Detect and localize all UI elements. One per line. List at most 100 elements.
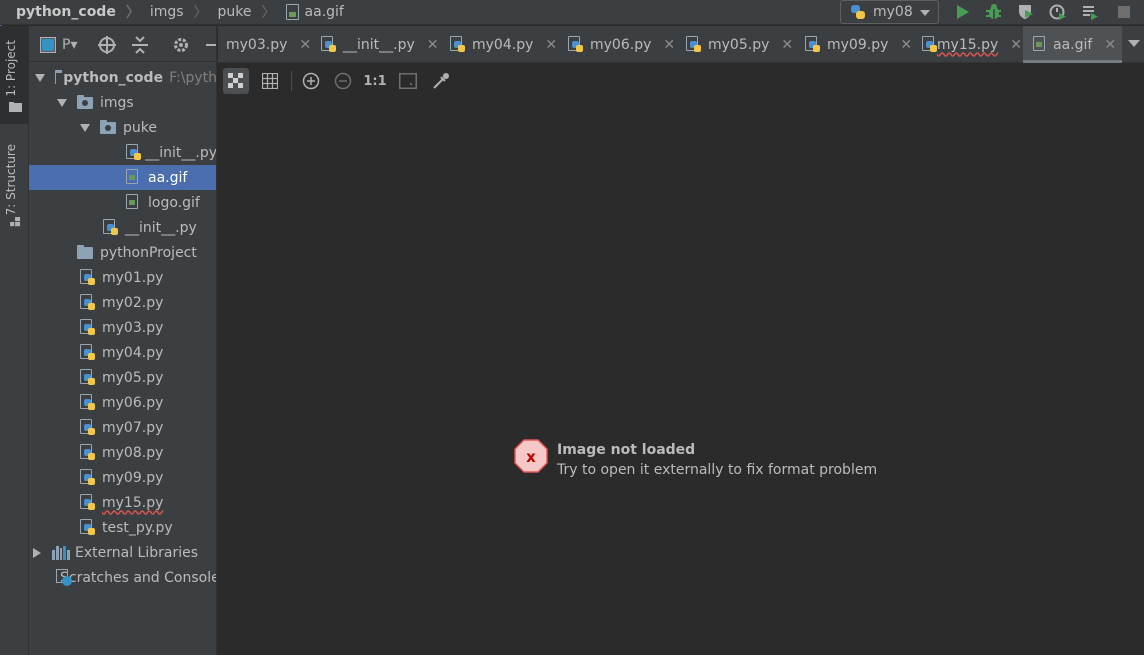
close-icon[interactable]: ✕ — [427, 37, 439, 53]
tab-aa-gif[interactable]: aa.gif ✕ — [1023, 26, 1122, 63]
tab-label: __init__.py — [343, 36, 415, 53]
tab-my09[interactable]: my09.py ✕ — [799, 26, 915, 63]
editor-tab-bar: my03.py ✕ __init__.py ✕ my04.py ✕ my06.p… — [218, 26, 1144, 63]
tree-item-my02-py[interactable]: my02.py — [29, 290, 216, 315]
tree-item-label: puke — [123, 119, 157, 136]
tree-item-label: logo.gif — [148, 194, 200, 211]
fit-zoom-button[interactable] — [395, 68, 421, 94]
tree-item-label: imgs — [100, 94, 134, 111]
run-button[interactable] — [953, 3, 973, 21]
toggle-grid-button[interactable] — [257, 68, 283, 94]
breadcrumb-root[interactable]: python_code 〉 — [0, 0, 140, 25]
gif-file-icon — [126, 169, 140, 186]
fit-to-window-icon — [399, 73, 417, 89]
run-configuration-select[interactable]: my08 — [840, 0, 939, 24]
color-picker-button[interactable] — [428, 68, 454, 94]
project-tool-tab[interactable]: 1: Project — [0, 26, 29, 124]
python-file-icon — [686, 36, 702, 53]
tab-my03[interactable]: my03.py ✕ — [218, 26, 315, 63]
tree-item-logo-gif[interactable]: logo.gif — [29, 190, 216, 215]
build-button[interactable] — [1080, 3, 1100, 21]
zoom-in-button[interactable] — [298, 68, 324, 94]
python-file-icon — [805, 36, 821, 53]
folder-icon — [9, 102, 22, 112]
tab-init[interactable]: __init__.py ✕ — [315, 26, 442, 63]
close-icon[interactable]: ✕ — [1010, 37, 1022, 53]
tree-item-init-py[interactable]: __init__.py — [29, 140, 217, 165]
debug-button[interactable] — [984, 3, 1004, 21]
tree-item-external-libraries[interactable]: External Libraries — [29, 540, 216, 565]
chevron-down-icon[interactable] — [80, 123, 90, 132]
tree-item-test-py-py[interactable]: test_py.py — [29, 515, 216, 540]
tree-item-puke[interactable]: puke — [29, 115, 216, 140]
tree-item-label: my01.py — [102, 269, 164, 286]
stop-icon — [1118, 6, 1130, 18]
python-file-icon — [321, 36, 337, 53]
breadcrumb-file[interactable]: aa.gif — [276, 0, 344, 25]
close-icon[interactable]: ✕ — [1104, 37, 1116, 53]
tree-item-my01-py[interactable]: my01.py — [29, 265, 216, 290]
crosshair-icon — [98, 36, 116, 54]
tab-my05[interactable]: my05.py ✕ — [680, 26, 797, 63]
close-icon[interactable]: ✕ — [781, 37, 793, 53]
tab-label: my15.py — [936, 36, 999, 53]
tree-item-my08-py[interactable]: my08.py — [29, 440, 216, 465]
chevron-down-icon[interactable] — [1128, 40, 1140, 47]
tree-item-pythonproject[interactable]: pythonProject — [29, 240, 216, 265]
locate-file-button[interactable] — [98, 36, 116, 54]
tree-item-label: my04.py — [102, 344, 164, 361]
breadcrumb-imgs-label: imgs — [149, 4, 184, 20]
tree-item-label: my08.py — [102, 444, 164, 461]
tree-item-label: __init__.py — [145, 144, 217, 161]
tree-item-my04-py[interactable]: my04.py — [29, 340, 216, 365]
project-view-selector[interactable]: P▾ — [40, 36, 77, 54]
close-icon[interactable]: ✕ — [900, 37, 912, 53]
run-with-coverage-button[interactable] — [1016, 3, 1036, 21]
chevron-down-icon[interactable] — [35, 73, 45, 82]
close-icon[interactable]: ✕ — [299, 37, 311, 53]
error-title: Image not loaded — [557, 442, 696, 458]
tree-item-label: Scratches and Consoles — [60, 569, 217, 586]
chevron-down-icon[interactable] — [57, 98, 67, 107]
tree-item-my06-py[interactable]: my06.py — [29, 390, 216, 415]
tree-item-aa-gif[interactable]: aa.gif — [29, 165, 216, 190]
stop-button[interactable] — [1114, 3, 1134, 21]
close-icon[interactable]: ✕ — [663, 37, 675, 53]
tree-item-my07-py[interactable]: my07.py — [29, 415, 216, 440]
tree-item-my09-py[interactable]: my09.py — [29, 465, 216, 490]
settings-button[interactable] — [172, 36, 190, 54]
tab-my15[interactable]: my15.py ✕ — [916, 26, 1022, 63]
library-icon — [52, 545, 70, 560]
close-icon[interactable]: ✕ — [545, 37, 557, 53]
collapse-all-button[interactable] — [132, 36, 148, 54]
tree-item-imgs[interactable]: imgs — [29, 90, 216, 115]
build-icon — [1083, 6, 1098, 20]
panel-layout-icon — [40, 37, 56, 53]
breadcrumb-separator-icon: 〉 — [193, 5, 208, 21]
tree-item-my05-py[interactable]: my05.py — [29, 365, 216, 390]
tree-item-label: aa.gif — [148, 169, 188, 186]
python-file-icon — [80, 269, 96, 286]
actual-size-button[interactable]: 1:1 — [362, 68, 388, 94]
tree-item-my03-py[interactable]: my03.py — [29, 315, 216, 340]
profile-button[interactable] — [1048, 3, 1068, 21]
tree-item-python-code[interactable]: python_code F:\pyth — [29, 65, 216, 90]
python-file-icon — [80, 419, 96, 436]
minimize-icon — [206, 44, 216, 46]
hide-panel-button[interactable] — [206, 36, 216, 54]
tab-my04[interactable]: my04.py ✕ — [444, 26, 560, 63]
tab-my06[interactable]: my06.py ✕ — [562, 26, 678, 63]
structure-tool-tab[interactable]: 7: Structure — [0, 140, 29, 235]
toggle-chessboard-button[interactable] — [223, 68, 249, 94]
tree-item-scratches-and-consoles[interactable]: Scratches and Consoles — [29, 565, 217, 590]
python-icon — [851, 5, 865, 19]
tree-item-init-py[interactable]: __init__.py — [29, 215, 216, 240]
breadcrumb-puke[interactable]: puke 〉 — [208, 0, 276, 25]
svg-text:x: x — [526, 448, 536, 466]
tree-item-my15-py[interactable]: my15.py — [29, 490, 216, 515]
python-file-icon — [80, 444, 96, 461]
breadcrumb-imgs[interactable]: imgs 〉 — [140, 0, 208, 25]
chevron-right-icon[interactable] — [33, 547, 41, 558]
zoom-out-button[interactable] — [330, 68, 356, 94]
collapse-all-icon — [132, 36, 148, 54]
